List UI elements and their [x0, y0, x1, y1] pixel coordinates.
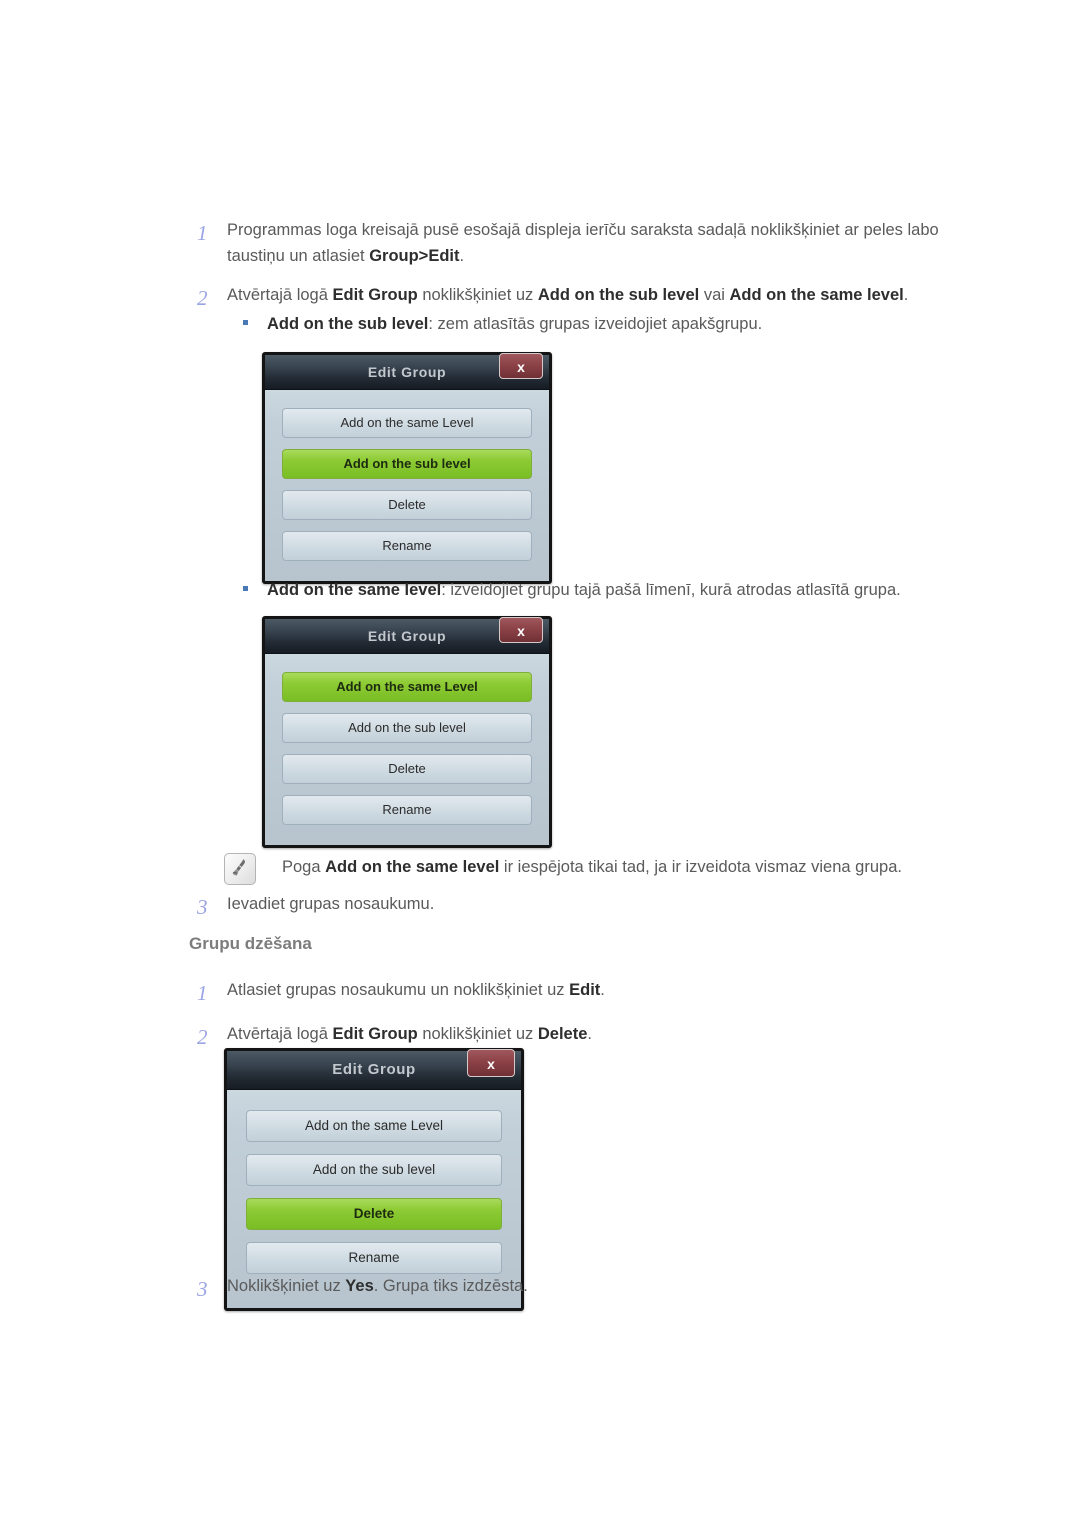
step-text: Programmas loga kreisajā pusē esošajā di…	[227, 218, 989, 269]
text-run-1: : zem atlasītās grupas izveidojiet apakš…	[428, 315, 763, 333]
step-item: 3 Noklikšķiniet uz Yes. Grupa tiks izdzēs…	[189, 1274, 989, 1304]
dialog-sub-level-wrap: Edit Group x Add on the same Level Add on t…	[262, 352, 552, 584]
dialog-same-level-wrap: Edit Group x Add on the same Level Add on t…	[262, 616, 552, 848]
close-icon[interactable]: x	[499, 617, 543, 643]
text-run-1: Edit Group	[332, 286, 418, 305]
step-text: Atlasiet grupas nosaukumu un noklikšķini…	[227, 978, 989, 1004]
bullet-add-sub-level: Add on the sub level: zem atlasītās grup…	[239, 312, 1039, 337]
step-number: 2	[197, 1025, 208, 1050]
note-box: Poga Add on the same level ir iespējota …	[224, 852, 1024, 885]
text-run-2: .	[600, 981, 605, 999]
text-run-2: ir iespējota tikai tad, ja ir izveidota …	[499, 858, 902, 876]
step-3-add-group: 3 Ievadiet grupas nosaukumu.	[189, 892, 989, 936]
dialog-titlebar: Edit Group x	[265, 617, 549, 654]
step-text: Atvērtajā logā Edit Group noklikšķiniet …	[227, 283, 989, 309]
text-run-0: Poga	[282, 858, 326, 876]
text-run-5: Add on the same level	[729, 286, 904, 305]
step-text: Noklikšķiniet uz Yes. Grupa tiks izdzēst…	[227, 1274, 989, 1300]
text-run-0: Add on the sub level	[267, 315, 429, 333]
dialog-button-add-on-the-same-level[interactable]: Add on the same Level	[246, 1110, 502, 1142]
text-run-4: vai	[699, 286, 730, 305]
text-run-1: Group>Edit	[369, 246, 460, 265]
dialog-button-rename[interactable]: Rename	[282, 531, 532, 561]
dialog-body: Add on the same Level Add on the sub leve…	[265, 654, 549, 845]
text-run-3: Delete	[537, 1025, 588, 1044]
step-3-delete-group: 3 Noklikšķiniet uz Yes. Grupa tiks izdzēs…	[189, 1274, 989, 1318]
step-number: 1	[197, 981, 208, 1005]
step-number: 3	[197, 895, 208, 919]
dialog-delete[interactable]: Edit Group x Add on the same Level Add on t…	[224, 1048, 524, 1311]
dialog-body: Add on the same Level Add on the sub leve…	[265, 390, 549, 581]
dialog-same-level[interactable]: Edit Group x Add on the same Level Add on t…	[262, 616, 552, 848]
step-number: 1	[197, 221, 208, 245]
text-run-3: Add on the sub level	[537, 286, 700, 305]
text-run-0: Noklikšķiniet uz	[227, 1277, 346, 1295]
dialog-button-delete[interactable]: Delete	[246, 1198, 502, 1230]
text-run-2: noklikšķiniet uz	[417, 286, 538, 305]
note-hand-icon	[224, 853, 256, 885]
step-number: 2	[197, 286, 208, 311]
text-run-2: .	[459, 246, 465, 265]
dialog-titlebar: Edit Group x	[227, 1049, 521, 1090]
text-run-1: Edit Group	[332, 1025, 418, 1044]
text-run-1: Yes	[345, 1277, 374, 1295]
text-run-0: Ievadiet grupas nosaukumu.	[227, 895, 435, 913]
dialog-button-add-on-the-same-level[interactable]: Add on the same Level	[282, 408, 532, 438]
dialog-button-add-on-the-sub-level[interactable]: Add on the sub level	[282, 713, 532, 743]
step-item: 1 Programmas loga kreisajā pusē esošajā d…	[189, 218, 989, 269]
step-item: 1 Atlasiet grupas nosaukumu un noklikšķin…	[189, 978, 989, 1008]
text-run-0: Atlasiet grupas nosaukumu un noklikšķini…	[227, 981, 570, 999]
close-icon[interactable]: x	[499, 353, 543, 379]
bullet-text: Add on the same level: izveidojiet grupu…	[267, 578, 901, 603]
text-run-2: noklikšķiniet uz	[417, 1025, 538, 1044]
text-run-1: : izveidojiet grupu tajā pašā līmenī, ku…	[441, 581, 901, 599]
section-heading-delete-groups: Grupu dzēšana	[189, 934, 312, 953]
text-run-6: .	[903, 286, 909, 305]
dialog-delete-wrap: Edit Group x Add on the same Level Add on t…	[224, 1048, 524, 1311]
bullet-add-same-level: Add on the same level: izveidojiet grupu…	[239, 578, 1039, 603]
step-text: Ievadiet grupas nosaukumu.	[227, 892, 989, 918]
text-run-1: Edit	[569, 981, 601, 999]
dialog-button-add-on-the-sub-level[interactable]: Add on the sub level	[246, 1154, 502, 1186]
step-number: 3	[197, 1277, 208, 1301]
step-item: 2 Atvērtajā logā Edit Group noklikšķiniet…	[189, 283, 989, 313]
dialog-sub-level[interactable]: Edit Group x Add on the same Level Add on t…	[262, 352, 552, 584]
dialog-button-delete[interactable]: Delete	[282, 490, 532, 520]
manual-page: 1 Programmas loga kreisajā pusē esošajā d…	[0, 0, 1080, 1527]
dialog-button-rename[interactable]: Rename	[282, 795, 532, 825]
step-text: Atvērtajā logā Edit Group noklikšķiniet …	[227, 1022, 989, 1048]
text-run-0: Programmas loga kreisajā pusē esošajā di…	[227, 221, 939, 265]
dialog-button-add-on-the-sub-level[interactable]: Add on the sub level	[282, 449, 532, 479]
text-run-2: . Grupa tiks izdzēsta.	[373, 1277, 528, 1295]
text-run-4: .	[587, 1025, 592, 1044]
note-text: Poga Add on the same level ir iespējota …	[282, 852, 902, 880]
bullet-text: Add on the sub level: zem atlasītās grup…	[267, 312, 762, 337]
text-run-1: Add on the same level	[325, 858, 500, 876]
dialog-button-delete[interactable]: Delete	[282, 754, 532, 784]
square-bullet-icon	[239, 578, 267, 591]
step-item: 3 Ievadiet grupas nosaukumu.	[189, 892, 989, 922]
square-bullet-icon	[239, 312, 267, 325]
text-run-0: Add on the same level	[267, 581, 442, 599]
close-icon[interactable]: x	[467, 1049, 515, 1077]
text-run-0: Atvērtajā logā	[227, 1025, 333, 1044]
dialog-button-rename[interactable]: Rename	[246, 1242, 502, 1274]
dialog-button-add-on-the-same-level[interactable]: Add on the same Level	[282, 672, 532, 702]
text-run-0: Atvērtajā logā	[227, 286, 333, 305]
dialog-titlebar: Edit Group x	[265, 353, 549, 390]
